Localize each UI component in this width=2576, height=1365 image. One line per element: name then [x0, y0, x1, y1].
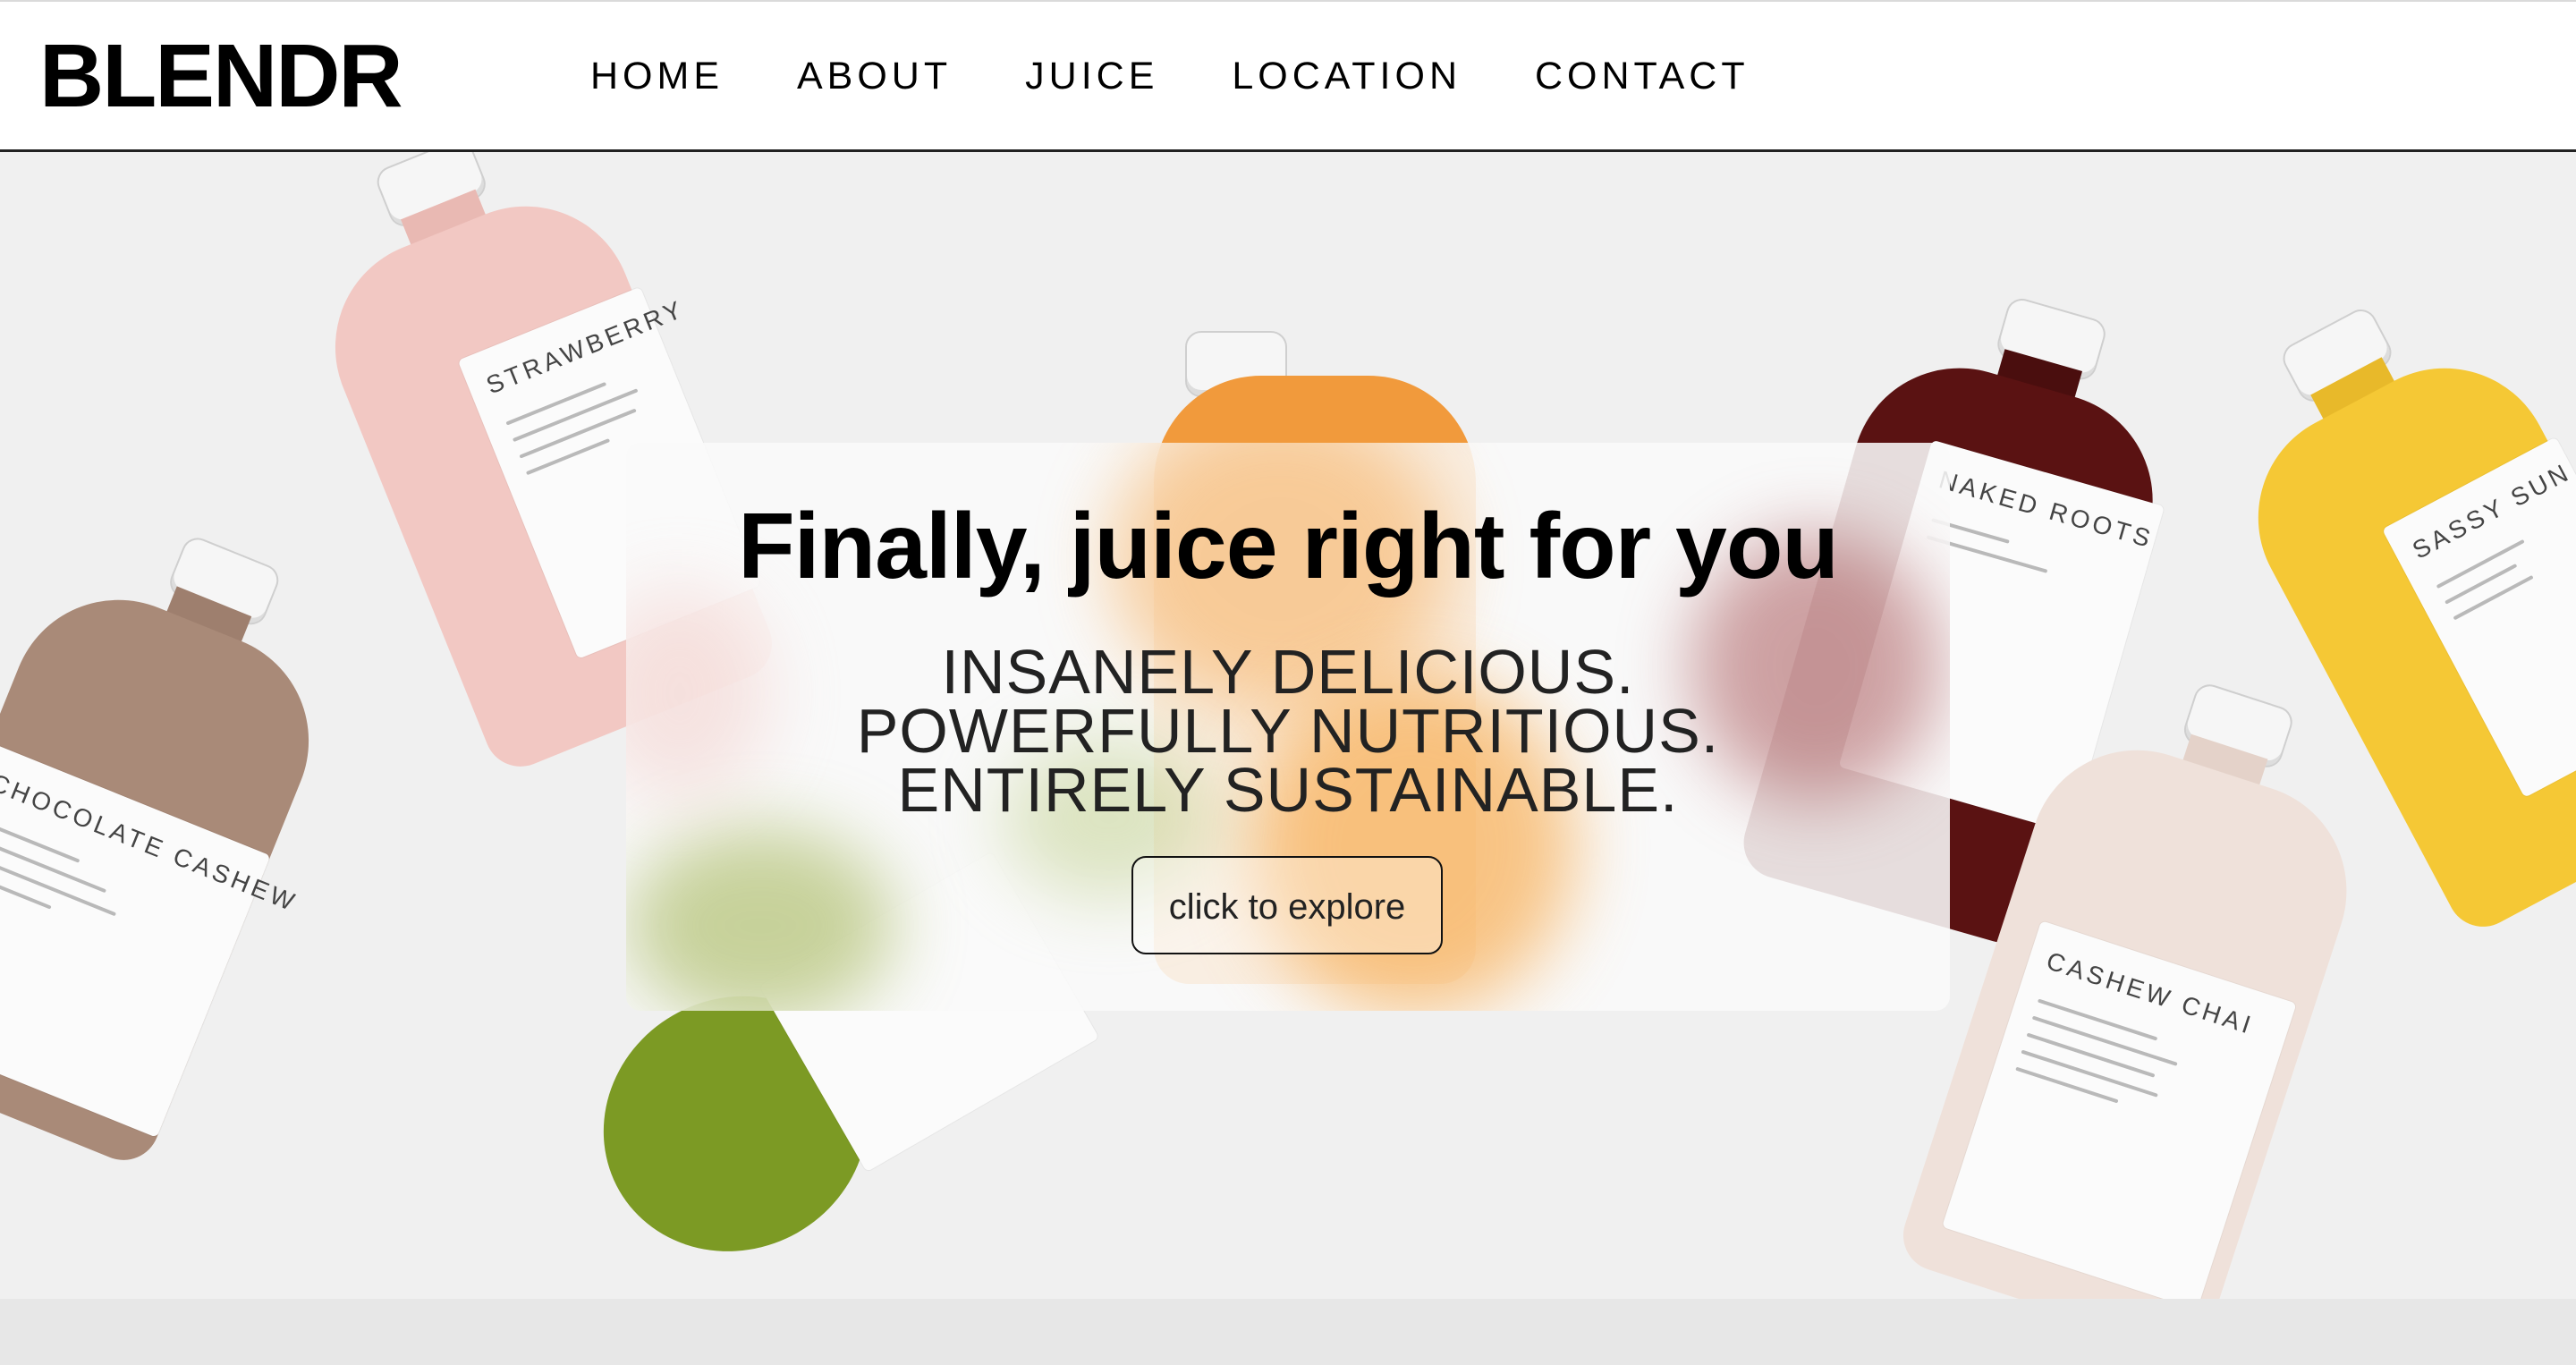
nav-links: HOME ABOUT JUICE LOCATION CONTACT [590, 54, 1823, 98]
nav-home[interactable]: HOME [590, 54, 724, 98]
nav-location[interactable]: LOCATION [1232, 54, 1462, 98]
nav-about[interactable]: ABOUT [797, 54, 952, 98]
logo[interactable]: BLENDR [39, 27, 403, 125]
bottle-chocolate-cashew: CHOCOLATE CASHEW [0, 487, 388, 1178]
tagline-3: ENTIRELY SUSTAINABLE. [897, 755, 1679, 825]
hero-title: Finally, juice right for you [738, 495, 1839, 598]
footer-strip [0, 1299, 2576, 1365]
tagline-1: INSANELY DELICIOUS. [941, 637, 1635, 707]
tagline-2: POWERFULLY NUTRITIOUS. [856, 696, 1720, 766]
blur-green [626, 827, 894, 1011]
top-nav: BLENDR HOME ABOUT JUICE LOCATION CONTACT [0, 0, 2576, 152]
label-text-lines [2011, 998, 2183, 1131]
hero-card: Finally, juice right for you INSANELY DE… [626, 443, 1950, 1011]
nav-juice[interactable]: JUICE [1025, 54, 1158, 98]
label-text-lines [2436, 538, 2548, 633]
explore-button[interactable]: click to explore [1131, 856, 1443, 954]
nav-contact[interactable]: CONTACT [1535, 54, 1750, 98]
